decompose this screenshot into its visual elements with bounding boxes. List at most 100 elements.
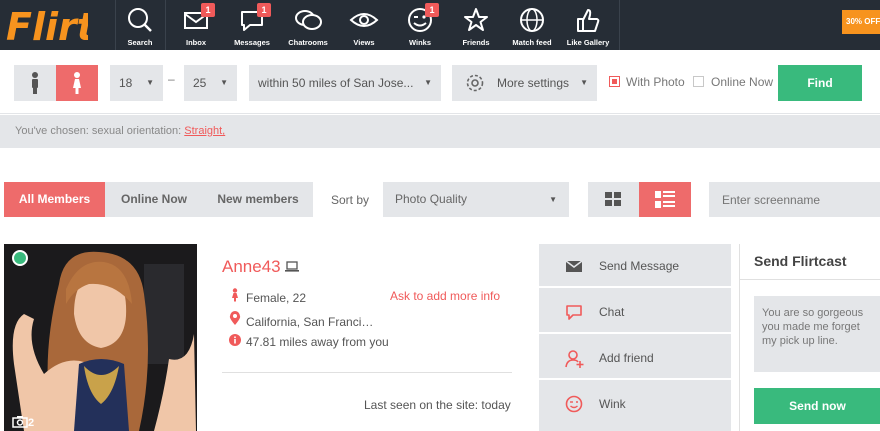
chosen-filters-bar: You've chosen: sexual orientation: Strai… bbox=[0, 115, 880, 148]
female-icon bbox=[73, 72, 81, 94]
nav-match-feed[interactable]: Match feed bbox=[507, 0, 557, 50]
photo-count[interactable]: 2 bbox=[12, 415, 34, 429]
envelope-icon bbox=[565, 260, 583, 272]
nav-views[interactable]: Views bbox=[339, 0, 389, 50]
profile-location: California, San Franci… bbox=[228, 311, 373, 329]
nav-chatrooms[interactable]: Chatrooms bbox=[283, 0, 333, 50]
wink-label: Wink bbox=[599, 397, 626, 411]
profile-photo[interactable]: 2 bbox=[4, 244, 197, 431]
top-navigation-bar: Flirt Search 1 Inbox 1 Messages Chatroom… bbox=[0, 0, 880, 50]
chevron-down-icon: ▼ bbox=[220, 78, 228, 87]
profile-name-text: Anne43 bbox=[222, 257, 281, 276]
distance-value: within 50 miles of San Jose... bbox=[258, 76, 414, 90]
profile-divider bbox=[222, 372, 512, 373]
chat-button[interactable]: Chat bbox=[539, 290, 731, 334]
inbox-badge: 1 bbox=[201, 3, 215, 17]
online-status-dot bbox=[12, 250, 28, 266]
send-now-button[interactable]: Send now bbox=[754, 388, 880, 424]
add-friend-button[interactable]: Add friend bbox=[539, 336, 731, 380]
online-now-checkbox[interactable] bbox=[693, 76, 704, 87]
sort-by-label: Sort by bbox=[331, 193, 370, 207]
send-message-label: Send Message bbox=[599, 259, 680, 273]
camera-icon bbox=[12, 416, 28, 428]
with-photo-label[interactable]: With Photo bbox=[626, 75, 685, 89]
wink-face-icon bbox=[565, 395, 583, 413]
nav-winks[interactable]: 1 Winks bbox=[395, 0, 445, 50]
chevron-down-icon: ▼ bbox=[580, 78, 588, 87]
nav-search[interactable]: Search bbox=[115, 0, 165, 50]
nav-like-gallery[interactable]: Like Gallery bbox=[563, 0, 613, 50]
chatrooms-icon bbox=[295, 10, 322, 30]
last-seen-text: Last seen on the site: today bbox=[364, 398, 511, 412]
tab-new-members[interactable]: New members bbox=[203, 182, 313, 217]
chevron-down-icon: ▼ bbox=[424, 78, 432, 87]
chat-label: Chat bbox=[599, 305, 625, 319]
map-pin-icon bbox=[228, 311, 242, 329]
gender-age-text: Female, 22 bbox=[246, 291, 307, 305]
tab-online-now[interactable]: Online Now bbox=[105, 182, 203, 217]
find-button[interactable]: Find bbox=[778, 65, 862, 101]
flirtcast-message[interactable]: You are so gorgeous you made me forget m… bbox=[754, 296, 880, 372]
flirt-logo[interactable]: Flirt bbox=[4, 2, 88, 48]
list-icon bbox=[655, 191, 675, 208]
logo-text: Flirt bbox=[6, 5, 88, 48]
grid-icon bbox=[605, 192, 621, 206]
nav-label-like-gallery: Like Gallery bbox=[566, 38, 610, 47]
flirtcast-divider bbox=[740, 279, 880, 280]
messages-badge: 1 bbox=[257, 3, 271, 17]
more-settings-label: More settings bbox=[497, 76, 570, 90]
nav-inbox[interactable]: 1 Inbox bbox=[171, 0, 221, 50]
wink-button[interactable]: Wink bbox=[539, 382, 731, 426]
distance-text: 47.81 miles away from you bbox=[246, 335, 389, 349]
gear-icon bbox=[466, 74, 484, 92]
thumbs-up-icon bbox=[577, 9, 600, 32]
flirtcast-title: Send Flirtcast bbox=[754, 253, 847, 269]
more-settings-button[interactable]: More settings ▼ bbox=[452, 65, 597, 101]
eye-icon bbox=[349, 13, 379, 27]
chat-bubble-icon bbox=[566, 305, 582, 320]
search-icon bbox=[128, 8, 152, 32]
add-friend-icon bbox=[565, 350, 584, 368]
list-view-button[interactable] bbox=[639, 182, 691, 217]
nav-friends[interactable]: Friends bbox=[451, 0, 501, 50]
laptop-icon bbox=[285, 261, 300, 272]
search-bar: 18 ▼ – 25 ▼ within 50 miles of San Jose...… bbox=[0, 50, 880, 114]
profile-name[interactable]: Anne43 bbox=[222, 257, 300, 277]
gender-male-toggle[interactable] bbox=[14, 65, 56, 101]
age-from-select[interactable]: 18 ▼ bbox=[110, 65, 163, 101]
location-text: California, San Franci… bbox=[246, 315, 374, 329]
sort-value: Photo Quality bbox=[395, 192, 468, 206]
member-tabs: All Members Online Now New members bbox=[4, 182, 313, 217]
chevron-down-icon: ▼ bbox=[146, 78, 154, 87]
female-icon bbox=[228, 288, 242, 305]
nav-messages[interactable]: 1 Messages bbox=[227, 0, 277, 50]
profile-actions: Send Message Chat Add friend Wink bbox=[539, 244, 731, 431]
profile-photo-image bbox=[4, 244, 197, 431]
with-photo-checkbox[interactable] bbox=[609, 76, 620, 87]
age-to-value: 25 bbox=[193, 76, 207, 90]
chosen-prefix: You've chosen: sexual orientation: bbox=[15, 125, 185, 137]
photo-count-value: 2 bbox=[28, 417, 35, 429]
orientation-link[interactable]: Straight, bbox=[184, 125, 225, 137]
globe-icon bbox=[520, 8, 544, 32]
info-icon bbox=[228, 334, 242, 349]
promo-badge[interactable]: 30% OFF bbox=[842, 10, 880, 34]
sort-select[interactable]: Photo Quality ▼ bbox=[383, 182, 569, 217]
grid-view-button[interactable] bbox=[588, 182, 639, 217]
flirtcast-panel: Send Flirtcast You are so gorgeous you m… bbox=[739, 244, 880, 431]
profile-gender-age: Female, 22 bbox=[228, 288, 306, 305]
age-to-select[interactable]: 25 ▼ bbox=[184, 65, 237, 101]
chevron-down-icon: ▼ bbox=[549, 195, 557, 204]
star-icon bbox=[464, 8, 488, 31]
online-now-label[interactable]: Online Now bbox=[711, 75, 773, 89]
male-icon bbox=[32, 72, 38, 94]
winks-badge: 1 bbox=[425, 3, 439, 17]
screenname-search-input[interactable] bbox=[709, 182, 880, 217]
gender-female-toggle[interactable] bbox=[56, 65, 98, 101]
profile-distance: 47.81 miles away from you bbox=[228, 334, 389, 349]
send-message-button[interactable]: Send Message bbox=[539, 244, 731, 288]
tab-all-members[interactable]: All Members bbox=[4, 182, 105, 217]
ask-more-info-link[interactable]: Ask to add more info bbox=[390, 289, 500, 303]
distance-select[interactable]: within 50 miles of San Jose... ▼ bbox=[249, 65, 441, 101]
age-range-dash: – bbox=[168, 72, 175, 86]
